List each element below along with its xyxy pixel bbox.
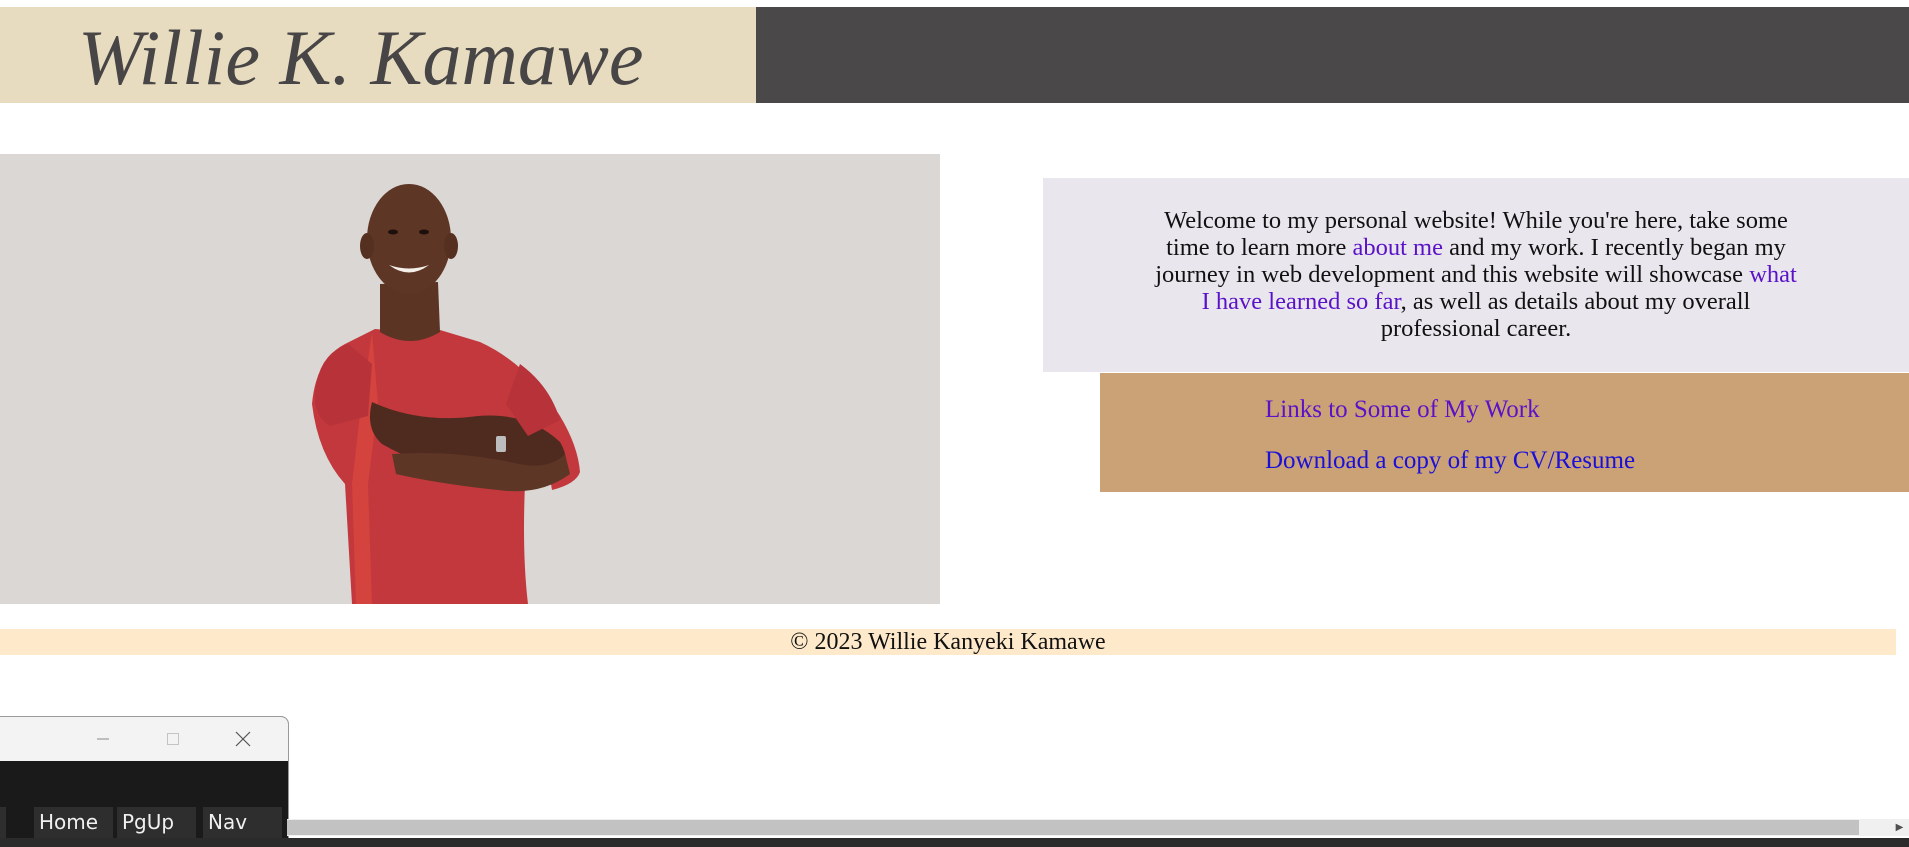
- welcome-text-part3: , as well as details about my overall pr…: [1380, 288, 1751, 342]
- site-title: Willie K. Kamawe: [78, 14, 644, 101]
- scrollbar-thumb[interactable]: [287, 820, 1859, 835]
- window-titlebar[interactable]: [0, 717, 288, 761]
- download-cv-link[interactable]: Download a copy of my CV/Resume: [1265, 446, 1635, 476]
- maximize-icon[interactable]: [151, 717, 195, 761]
- taskbar-edge: [0, 838, 1909, 847]
- portrait-photo-icon: [312, 184, 580, 604]
- welcome-text: Welcome to my personal website! While yo…: [1153, 207, 1799, 342]
- footer-copyright: © 2023 Willie Kanyeki Kamawe: [790, 629, 1106, 655]
- about-me-link[interactable]: about me: [1353, 234, 1444, 261]
- hero-photo: [0, 154, 940, 604]
- minimize-icon[interactable]: [81, 717, 125, 761]
- work-links-link[interactable]: Links to Some of My Work: [1265, 395, 1540, 425]
- scroll-right-arrow-icon[interactable]: ▶: [1890, 819, 1909, 836]
- close-icon[interactable]: [221, 717, 265, 761]
- header-right-panel: [756, 7, 1909, 103]
